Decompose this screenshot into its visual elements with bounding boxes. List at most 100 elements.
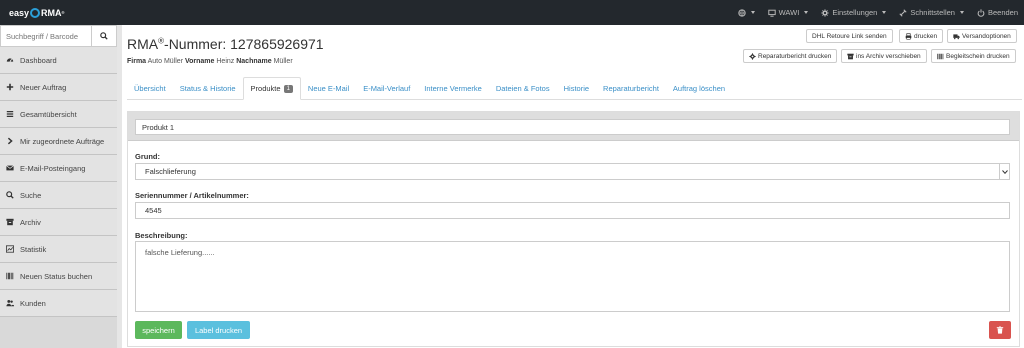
barcode-icon [937, 53, 944, 59]
barcode-icon [6, 272, 14, 280]
tab-auftrag-löschen[interactable]: Auftrag löschen [666, 77, 732, 100]
tab-label: Interne Vermerke [424, 84, 482, 93]
repair-report-label: Reparaturbericht drucken [758, 52, 832, 60]
tab-interne-vermerke[interactable]: Interne Vermerke [417, 77, 489, 100]
logout-button[interactable]: Beenden [977, 8, 1018, 17]
logo-text-right: RMA [41, 7, 62, 18]
tab-historie[interactable]: Historie [557, 77, 596, 100]
sidebar-item-label: Dashboard [20, 55, 57, 65]
logo-text-left: easy [9, 7, 30, 18]
logo-mark: ® [61, 10, 65, 15]
search-input[interactable] [0, 25, 92, 47]
power-icon [977, 8, 985, 17]
interfaces-menu[interactable]: Schnittstellen [899, 8, 964, 17]
sidebar-item-neuer-auftrag[interactable]: Neuer Auftrag [0, 74, 117, 101]
description-value: falsche Lieferung...... [145, 248, 215, 257]
count-badge: 1 [283, 84, 293, 93]
sidebar-item-mir-zugeordnete-aufträge[interactable]: Mir zugeordnete Aufträge [0, 128, 117, 155]
print-label-button[interactable]: Label drucken [187, 321, 250, 339]
tab-label: Produkte [250, 84, 281, 93]
page-title: RMA®-Nummer: 127865926971 [127, 36, 324, 52]
serial-input[interactable]: 4545 [135, 202, 1010, 219]
link-icon [899, 8, 907, 17]
wawi-menu[interactable]: WAWI [767, 8, 809, 17]
tab-label: Dateien & Fotos [495, 84, 550, 93]
printer-icon [905, 32, 912, 40]
reason-label: Grund: [135, 152, 160, 161]
sidebar-item-label: Neuen Status buchen [20, 271, 93, 281]
archive-icon [6, 218, 14, 226]
product-name-input[interactable] [135, 119, 1010, 135]
settings-menu[interactable]: Einstellungen [821, 8, 887, 17]
logo[interactable]: easy RMA ® [9, 5, 64, 20]
shipping-options-button[interactable]: Versandoptionen [947, 29, 1017, 43]
sidebar-item-kunden[interactable]: Kunden [0, 290, 117, 317]
description-textarea[interactable]: falsche Lieferung...... [135, 241, 1010, 312]
delivery-slip-button[interactable]: Begleitschein drucken [931, 49, 1016, 63]
plus-icon [6, 83, 14, 91]
top-bar: easy RMA ® WAWI Einstellungen Schnittste… [0, 0, 1024, 25]
dashboard-icon [6, 56, 14, 64]
serial-value: 4545 [145, 206, 162, 215]
main-content: RMA®-Nummer: 127865926971 Firma Auto Mül… [122, 25, 1024, 348]
tab-e-mail-verlauf[interactable]: E-Mail-Verlauf [356, 77, 417, 100]
gear-icon [749, 52, 756, 60]
tab-status-historie[interactable]: Status & Historie [173, 77, 243, 100]
sidebar-item-label: Archiv [20, 217, 41, 227]
vorname-value: Heinz [216, 58, 235, 65]
sidebar-item-archiv[interactable]: Archiv [0, 209, 117, 236]
customer-info: Firma Auto Müller Vorname Heinz Nachname… [127, 58, 293, 65]
nachname-value: Müller [273, 58, 293, 65]
chevron-down-icon [804, 11, 809, 14]
globe-icon [737, 8, 746, 17]
sidebar: Dashboard Neuer Auftrag Gesamtübersicht Mir… [0, 25, 117, 348]
sidebar-item-statistik[interactable]: Statistik [0, 236, 117, 263]
tab-reparaturbericht[interactable]: Reparaturbericht [596, 77, 666, 100]
tab-label: Status & Historie [179, 84, 236, 93]
tab-label: Historie [563, 84, 590, 93]
dhl-retoure-button[interactable]: DHL Retoure Link senden [806, 29, 893, 43]
archive-button[interactable]: ins Archiv verschieben [841, 49, 927, 63]
reason-select[interactable]: Falschlieferung [135, 163, 1010, 180]
sidebar-item-gesamtübersicht[interactable]: Gesamtübersicht [0, 101, 117, 128]
reason-value: Falschlieferung [145, 167, 196, 176]
title-number: -Nummer: 127865926971 [164, 36, 324, 52]
tab-label: E-Mail-Verlauf [363, 84, 411, 93]
tab-neue-e-mail[interactable]: Neue E-Mail [301, 77, 356, 100]
gear-icon [821, 8, 829, 17]
save-label: speichern [142, 325, 175, 335]
sidebar-item-label: E-Mail-Posteingang [20, 163, 86, 173]
sidebar-item-label: Mir zugeordnete Aufträge [20, 136, 105, 146]
tab-label: Auftrag löschen [672, 84, 726, 93]
sidebar-item-e-mail-posteingang[interactable]: E-Mail-Posteingang [0, 155, 117, 182]
sidebar-item-suche[interactable]: Suche [0, 182, 117, 209]
tab-produkte[interactable]: Produkte 1 [242, 77, 301, 100]
truck-icon [953, 33, 960, 39]
interfaces-label: Schnittstellen [910, 8, 955, 17]
print-button[interactable]: drucken [899, 29, 944, 43]
chevron-down-icon [882, 11, 887, 14]
save-button[interactable]: speichern [135, 321, 182, 339]
slip-label: Begleitschein drucken [946, 52, 1010, 60]
search-icon [100, 32, 108, 40]
delete-button[interactable] [989, 321, 1011, 339]
tab-dateien-fotos[interactable]: Dateien & Fotos [489, 77, 557, 100]
trash-icon [996, 326, 1004, 334]
archive-icon [847, 53, 854, 59]
tab-übersicht[interactable]: Übersicht [127, 77, 173, 100]
sidebar-item-neuen-status-buchen[interactable]: Neuen Status buchen [0, 263, 117, 290]
settings-label: Einstellungen [832, 8, 878, 17]
repair-report-button[interactable]: Reparaturbericht drucken [743, 49, 838, 63]
sidebar-item-dashboard[interactable]: Dashboard [0, 47, 117, 74]
sidebar-item-label: Gesamtübersicht [20, 109, 77, 119]
sidebar-item-label: Neuer Auftrag [20, 82, 67, 92]
print-label: drucken [914, 32, 938, 40]
language-menu[interactable] [737, 8, 755, 17]
sidebar-item-label: Kunden [20, 298, 46, 308]
sidebar-search [0, 25, 117, 47]
search-button[interactable] [92, 25, 117, 47]
description-label: Beschreibung: [135, 231, 188, 240]
tab-bar: Übersicht Status & Historie Produkte 1 Neue … [127, 77, 1022, 100]
chevron-down-icon [959, 11, 964, 14]
print-label-label: Label drucken [194, 325, 243, 335]
